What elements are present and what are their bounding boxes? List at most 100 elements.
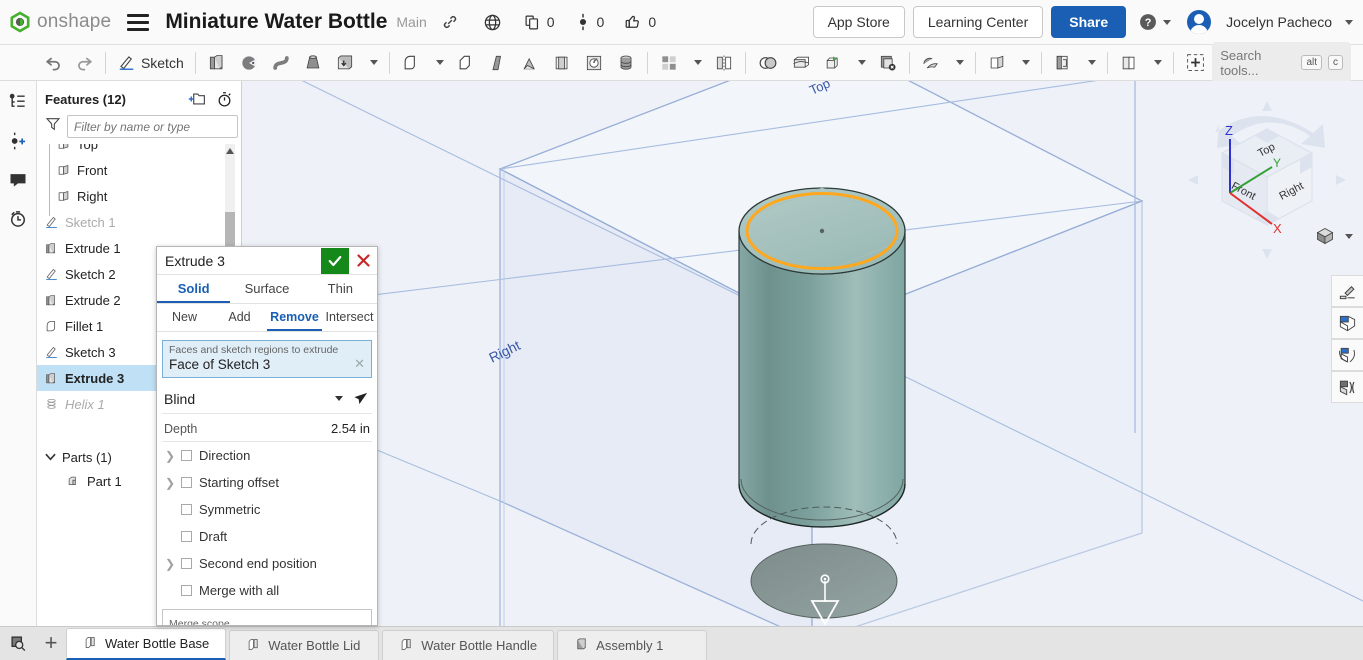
hole-button[interactable] bbox=[578, 48, 610, 78]
dialog-operation-tab[interactable]: Add bbox=[212, 304, 267, 331]
split-button[interactable] bbox=[785, 48, 817, 78]
bottom-tab[interactable]: Assembly 1 bbox=[557, 630, 707, 660]
dialog-operation-tab[interactable]: Intersect bbox=[322, 304, 377, 331]
rib-button[interactable] bbox=[482, 48, 514, 78]
wrap-button[interactable] bbox=[914, 48, 947, 78]
dialog-operation-tab[interactable]: Remove bbox=[267, 304, 322, 331]
appearance-icon[interactable] bbox=[1331, 275, 1363, 307]
plane-dropdown[interactable] bbox=[1013, 48, 1036, 78]
menu-button[interactable] bbox=[127, 14, 149, 31]
thread-button[interactable] bbox=[610, 48, 642, 78]
custom-feature-button[interactable] bbox=[1179, 48, 1212, 78]
redo-button[interactable] bbox=[69, 48, 100, 78]
mass-properties-icon[interactable] bbox=[1331, 371, 1363, 403]
comments-icon[interactable] bbox=[6, 168, 30, 192]
filter-input[interactable] bbox=[67, 115, 238, 138]
versions-icon[interactable] bbox=[575, 13, 591, 31]
confirm-button[interactable] bbox=[321, 248, 349, 274]
dialog-operation-tab[interactable]: New bbox=[157, 304, 212, 331]
selection-box[interactable]: Faces and sketch regions to extrude Face… bbox=[162, 340, 372, 378]
solids-dropdown[interactable] bbox=[361, 48, 384, 78]
search-tools[interactable]: Search tools... alt c bbox=[1212, 42, 1351, 84]
fillet-button[interactable] bbox=[395, 48, 427, 78]
option-row[interactable]: Symmetric bbox=[157, 496, 377, 523]
history-icon[interactable] bbox=[6, 207, 30, 231]
pattern-dropdown[interactable] bbox=[685, 48, 708, 78]
transform-dropdown[interactable] bbox=[849, 48, 872, 78]
thicken-button[interactable] bbox=[329, 48, 361, 78]
globe-icon[interactable] bbox=[483, 13, 502, 32]
add-version-icon[interactable] bbox=[6, 129, 30, 153]
chevron-right-icon[interactable]: ❯ bbox=[165, 449, 174, 463]
wrap-dropdown[interactable] bbox=[947, 48, 970, 78]
like-icon[interactable] bbox=[624, 13, 642, 31]
extrude-button[interactable] bbox=[201, 48, 233, 78]
search-input[interactable]: Search tools... bbox=[1220, 48, 1295, 78]
share-button[interactable]: Share bbox=[1051, 6, 1126, 38]
remove-selection-icon[interactable]: ✕ bbox=[354, 356, 365, 372]
boolean-button[interactable] bbox=[751, 48, 785, 78]
tab-search-icon[interactable] bbox=[0, 626, 36, 660]
filter-icon[interactable] bbox=[45, 116, 61, 137]
sketch-button[interactable]: Sketch bbox=[111, 48, 190, 78]
revolve-button[interactable] bbox=[233, 48, 265, 78]
option-row[interactable]: Merge with all bbox=[157, 577, 377, 604]
user-menu-chevron-down-icon[interactable] bbox=[1345, 20, 1353, 25]
checkbox[interactable] bbox=[181, 504, 192, 515]
chevron-down-icon[interactable] bbox=[335, 396, 343, 401]
transform-button[interactable] bbox=[817, 48, 849, 78]
derived-button[interactable] bbox=[1113, 48, 1145, 78]
variable-button[interactable] bbox=[1047, 48, 1079, 78]
feature-row[interactable]: Sketch 1 bbox=[37, 209, 241, 235]
feature-list-icon[interactable] bbox=[6, 90, 30, 114]
extrude-dialog[interactable]: Extrude 3 SolidSurfaceThin NewAddRemoveI… bbox=[156, 246, 378, 626]
merge-scope-box[interactable]: Merge scope bbox=[162, 609, 372, 626]
avatar[interactable] bbox=[1187, 10, 1211, 34]
onshape-logo-icon[interactable] bbox=[8, 10, 32, 34]
end-condition-row[interactable]: Blind bbox=[162, 384, 372, 414]
help-menu[interactable]: ? bbox=[1138, 12, 1171, 32]
option-row[interactable]: Draft bbox=[157, 523, 377, 550]
bottom-tab[interactable]: Water Bottle Handle bbox=[382, 630, 554, 660]
delete-part-button[interactable] bbox=[872, 48, 904, 78]
dialog-type-tab[interactable]: Solid bbox=[157, 275, 230, 303]
checkbox[interactable] bbox=[181, 531, 192, 542]
loft-button[interactable] bbox=[297, 48, 329, 78]
dialog-type-tab[interactable]: Surface bbox=[230, 275, 303, 303]
link-icon[interactable] bbox=[441, 13, 459, 31]
checkbox[interactable] bbox=[181, 450, 192, 461]
chevron-right-icon[interactable]: ❯ bbox=[165, 557, 174, 571]
mirror-button[interactable] bbox=[708, 48, 740, 78]
checkbox[interactable] bbox=[181, 477, 192, 488]
depth-row[interactable]: Depth 2.54 in bbox=[162, 418, 372, 442]
cancel-button[interactable] bbox=[349, 248, 377, 274]
chamfer-button[interactable] bbox=[450, 48, 482, 78]
checkbox[interactable] bbox=[181, 585, 192, 596]
feature-row[interactable]: Top bbox=[37, 144, 241, 157]
bottom-tab[interactable]: Water Bottle Lid bbox=[229, 630, 379, 660]
flip-direction-icon[interactable] bbox=[353, 390, 370, 407]
fillet-dropdown[interactable] bbox=[427, 48, 450, 78]
variable-dropdown[interactable] bbox=[1079, 48, 1102, 78]
new-folder-icon[interactable] bbox=[188, 91, 206, 107]
copies-icon[interactable] bbox=[524, 14, 541, 31]
undo-button[interactable] bbox=[38, 48, 69, 78]
option-row[interactable]: ❯Starting offset bbox=[157, 469, 377, 496]
option-row[interactable]: ❯Direction bbox=[157, 442, 377, 469]
derived-dropdown[interactable] bbox=[1145, 48, 1168, 78]
plane-button[interactable] bbox=[981, 48, 1013, 78]
option-row[interactable]: ❯Second end position bbox=[157, 550, 377, 577]
feature-row[interactable]: Right bbox=[37, 183, 241, 209]
checkbox[interactable] bbox=[181, 558, 192, 569]
3d-viewport[interactable]: Top Right bbox=[242, 81, 1363, 626]
chevron-right-icon[interactable]: ❯ bbox=[165, 476, 174, 490]
learning-center-button[interactable]: Learning Center bbox=[913, 6, 1043, 38]
scroll-up-arrow-icon[interactable] bbox=[226, 148, 234, 154]
rollback-timer-icon[interactable] bbox=[216, 91, 233, 108]
section-view-icon[interactable] bbox=[1331, 307, 1363, 339]
display-mode-button[interactable] bbox=[1315, 226, 1353, 246]
app-store-button[interactable]: App Store bbox=[813, 6, 905, 38]
measure-icon[interactable] bbox=[1331, 339, 1363, 371]
add-tab-button[interactable]: + bbox=[36, 626, 66, 660]
bottom-tab[interactable]: Water Bottle Base bbox=[66, 628, 226, 660]
